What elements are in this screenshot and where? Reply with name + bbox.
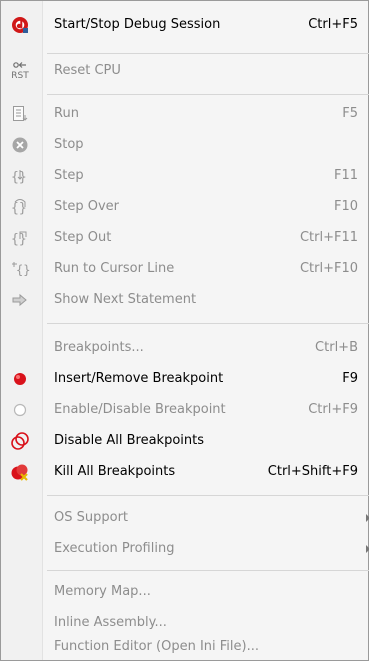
menu-item-show-next-statement[interactable]: Show Next Statement bbox=[1, 285, 369, 315]
menu-item-label: Insert/Remove Breakpoint bbox=[54, 371, 224, 386]
menu-item-reset-cpu[interactable]: RST Reset CPU bbox=[1, 56, 369, 86]
menu-item-shortcut: Ctrl+F5 bbox=[308, 17, 358, 32]
menu-separator bbox=[47, 53, 369, 54]
menu-item-kill-all-breakpoints[interactable]: Kill All Breakpoints Ctrl+Shift+F9 bbox=[1, 457, 369, 487]
menu-item-label: Run to Cursor Line bbox=[54, 261, 175, 276]
menu-item-shortcut: F9 bbox=[342, 371, 358, 386]
enable-breakpoint-icon bbox=[9, 401, 31, 419]
reset-cpu-icon: RST bbox=[9, 62, 31, 81]
menu-item-step-out[interactable]: {} Step Out Ctrl+F11 bbox=[1, 223, 369, 253]
menu-item-enable-disable-breakpoint[interactable]: Enable/Disable Breakpoint Ctrl+F9 bbox=[1, 395, 369, 425]
menu-item-label: Step Out bbox=[54, 230, 112, 245]
menu-separator bbox=[47, 94, 369, 95]
menu-item-label: Kill All Breakpoints bbox=[54, 464, 176, 479]
menu-item-label: OS Support bbox=[54, 510, 129, 525]
menu-item-shortcut: Ctrl+F10 bbox=[299, 261, 358, 276]
menu-item-step[interactable]: {} Step F11 bbox=[1, 161, 369, 191]
menu-item-run-to-cursor-line[interactable]: {} Run to Cursor Line Ctrl+F10 bbox=[1, 254, 369, 284]
menu-item-breakpoints[interactable]: Breakpoints... Ctrl+B bbox=[1, 333, 369, 363]
disable-all-breakpoints-icon bbox=[9, 432, 31, 450]
debug-menu: Start/Stop Debug Session Ctrl+F5 RST Res… bbox=[0, 0, 369, 661]
svg-text:{}: {} bbox=[16, 263, 30, 277]
show-next-statement-icon bbox=[9, 291, 31, 309]
menu-item-shortcut: F10 bbox=[333, 199, 358, 214]
step-icon: {} bbox=[9, 167, 31, 185]
menu-item-shortcut: F11 bbox=[333, 168, 358, 183]
menu-item-os-support[interactable]: OS Support bbox=[1, 503, 369, 533]
menu-item-label: Show Next Statement bbox=[54, 292, 197, 307]
run-icon bbox=[9, 105, 31, 123]
menu-item-label: Function Editor (Open Ini File)... bbox=[54, 639, 259, 654]
menu-item-disable-all-breakpoints[interactable]: Disable All Breakpoints bbox=[1, 426, 369, 456]
menu-separator bbox=[47, 495, 369, 496]
reset-cpu-icon-text: RST bbox=[11, 71, 29, 81]
menu-item-label: Stop bbox=[54, 137, 84, 152]
menu-item-run[interactable]: Run F5 bbox=[1, 99, 369, 129]
menu-item-shortcut: Ctrl+Shift+F9 bbox=[267, 464, 358, 479]
menu-item-label: Disable All Breakpoints bbox=[54, 433, 205, 448]
kill-all-breakpoints-icon bbox=[9, 463, 31, 481]
menu-item-label: Step bbox=[54, 168, 84, 183]
menu-item-label: Breakpoints... bbox=[54, 340, 144, 355]
step-out-icon: {} bbox=[9, 229, 31, 247]
menu-item-label: Enable/Disable Breakpoint bbox=[54, 402, 226, 417]
menu-item-shortcut: Ctrl+B bbox=[315, 340, 358, 355]
menu-item-start-stop-debug-session[interactable]: Start/Stop Debug Session Ctrl+F5 bbox=[1, 10, 369, 40]
svg-text:{}: {} bbox=[11, 201, 27, 216]
menu-item-shortcut: F5 bbox=[342, 106, 358, 121]
run-to-cursor-icon: {} bbox=[9, 260, 31, 278]
menu-item-label: Step Over bbox=[54, 199, 119, 214]
menu-item-shortcut: Ctrl+F11 bbox=[299, 230, 358, 245]
menu-item-label: Execution Profiling bbox=[54, 541, 175, 556]
menu-item-execution-profiling[interactable]: Execution Profiling bbox=[1, 534, 369, 564]
menu-separator bbox=[47, 323, 369, 324]
menu-item-label: Reset CPU bbox=[54, 63, 121, 78]
svg-text:{}: {} bbox=[11, 232, 27, 247]
menu-item-label: Memory Map... bbox=[54, 584, 151, 599]
menu-item-shortcut: Ctrl+F9 bbox=[308, 402, 358, 417]
menu-item-memory-map[interactable]: Memory Map... bbox=[1, 577, 369, 607]
menu-item-step-over[interactable]: {} Step Over F10 bbox=[1, 192, 369, 222]
menu-separator bbox=[47, 570, 369, 571]
menu-item-function-editor[interactable]: Function Editor (Open Ini File)... bbox=[1, 632, 369, 662]
menu-item-label: Run bbox=[54, 106, 79, 121]
menu-item-label: Start/Stop Debug Session bbox=[54, 17, 221, 32]
menu-item-stop[interactable]: Stop bbox=[1, 130, 369, 160]
stop-icon bbox=[9, 136, 31, 154]
insert-breakpoint-icon bbox=[9, 370, 31, 388]
step-over-icon: {} bbox=[9, 198, 31, 216]
menu-item-insert-remove-breakpoint[interactable]: Insert/Remove Breakpoint F9 bbox=[1, 364, 369, 394]
menu-item-label: Inline Assembly... bbox=[54, 615, 167, 630]
debug-session-icon bbox=[9, 16, 31, 34]
